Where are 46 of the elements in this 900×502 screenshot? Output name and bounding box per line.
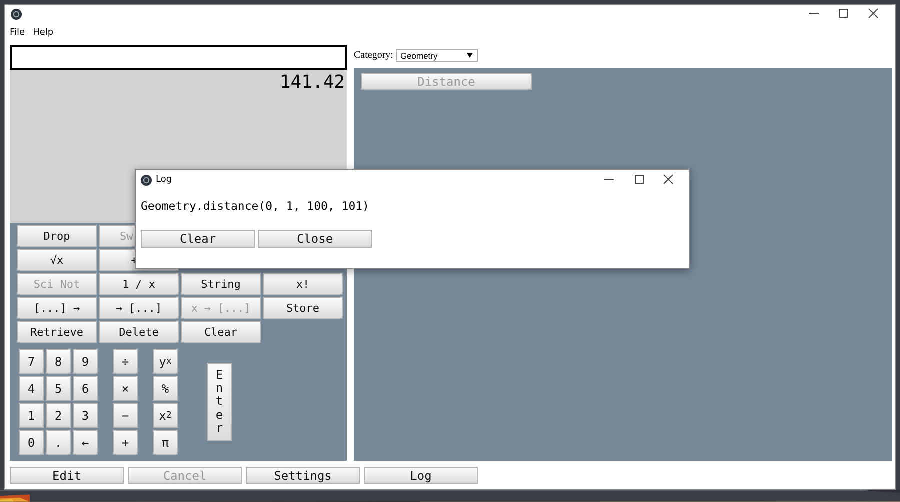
function-button[interactable]: Store [263,297,343,319]
toolbar-button[interactable]: Log [364,467,478,484]
menu-item[interactable]: Help [32,28,55,38]
function-button[interactable]: √x [17,249,97,271]
key-button[interactable]: 3 [73,403,98,428]
toolbar-button[interactable]: Settings [246,467,360,484]
display-value: 141.42 [280,71,346,93]
function-button[interactable]: Drop [17,225,97,247]
app-icon [11,8,22,20]
operator-button[interactable]: + [113,430,138,455]
operator-button[interactable]: − [113,403,138,428]
operator-button[interactable]: × [113,376,138,401]
app-icon [141,174,152,186]
toolbar-button[interactable]: Edit [10,467,124,484]
key-button[interactable]: 5 [46,376,71,401]
dialog-title: Log [156,175,172,185]
caret-icon [467,53,474,58]
dialog-button[interactable]: Close [258,230,372,248]
key-button[interactable]: 4 [19,376,44,401]
key-button[interactable]: 8 [46,349,71,374]
key-button[interactable]: ← [73,430,98,455]
category-label: Category: [354,50,394,61]
function-key[interactable]: % [153,376,178,401]
function-button[interactable]: Retrieve [17,321,97,343]
log-text: Geometry.distance(0, 1, 100, 101) [140,198,370,213]
function-button[interactable]: [...] → [17,297,97,319]
category-dropdown[interactable]: Geometry [396,49,478,62]
key-button[interactable]: 9 [73,349,98,374]
key-button[interactable]: . [46,430,71,455]
function-button[interactable]: 1 / x [99,273,179,295]
dialog-button[interactable]: Clear [141,230,255,248]
function-button[interactable]: x! [263,273,343,295]
key-button[interactable]: 2 [46,403,71,428]
operator-button[interactable]: ÷ [113,349,138,374]
function-button[interactable]: Delete [99,321,179,343]
function-button[interactable]: String [181,273,261,295]
function-button[interactable]: → [...] [99,297,179,319]
function-key[interactable]: π [153,430,178,455]
key-button[interactable]: 0 [19,430,44,455]
input-field[interactable] [10,45,347,70]
key-button[interactable]: 7 [19,349,44,374]
key-button[interactable]: 1 [19,403,44,428]
key-button[interactable]: 6 [73,376,98,401]
function-button[interactable]: Clear [181,321,261,343]
enter-button[interactable]: Enter [207,363,232,441]
menu-item[interactable]: File [9,28,26,38]
